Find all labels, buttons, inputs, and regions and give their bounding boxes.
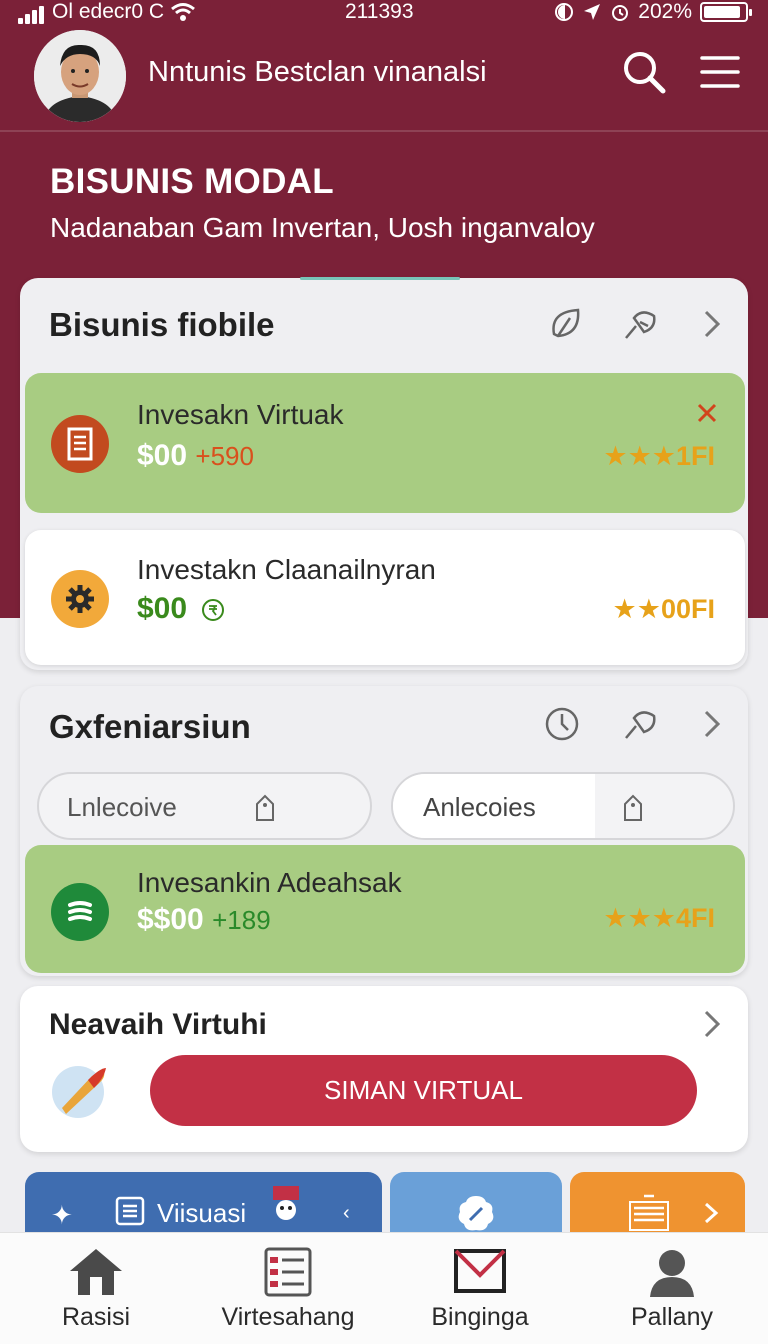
row-title: Invesakn Virtuak xyxy=(137,399,344,430)
battery-icon xyxy=(700,2,752,22)
avatar[interactable] xyxy=(34,30,126,122)
list-item[interactable]: Invesankin Adeahsak $$00 +189 ★★★4FI xyxy=(25,845,745,973)
chevron-right-icon[interactable] xyxy=(690,302,734,346)
rating: ★★00FI xyxy=(613,594,715,625)
archive-icon xyxy=(629,1194,669,1231)
amount-change: +590 xyxy=(195,441,254,471)
row-title: Invesankin Adeahsak xyxy=(137,867,402,898)
rupee-icon xyxy=(202,599,225,622)
nav-item-mail[interactable]: Binginga xyxy=(384,1233,576,1344)
row-title: Investakn Claanailnyran xyxy=(137,554,436,585)
nav-label: Virtesahang xyxy=(221,1303,355,1331)
header-divider xyxy=(0,130,768,132)
row-amount: $$00 +189 xyxy=(137,903,271,937)
row-amount: $00 +590 xyxy=(137,439,254,473)
status-bar: Ol edecr0 C 211393 202% xyxy=(0,0,768,26)
menu-icon[interactable] xyxy=(696,48,744,96)
nav-label: Pallany xyxy=(631,1303,713,1331)
rocket-icon xyxy=(52,1066,106,1118)
close-icon[interactable] xyxy=(695,401,719,425)
amount-value: $00 xyxy=(137,592,188,625)
pin-icon[interactable] xyxy=(618,702,662,746)
avatar-image xyxy=(34,30,126,122)
row-amount: $00 xyxy=(137,592,225,626)
amount-value: $00 xyxy=(137,439,188,472)
card-title: Bisunis fiobile xyxy=(49,306,275,343)
moon-icon xyxy=(555,3,574,21)
rating-value: 1FI xyxy=(675,441,715,471)
list-item[interactable]: Invesakn Virtuak $00 +590 ★★★1FI xyxy=(25,373,745,513)
gear-icon xyxy=(51,570,109,628)
chevron-right-icon[interactable] xyxy=(690,702,734,746)
stars-icon: ★★★ xyxy=(603,903,676,933)
chevron-right-icon[interactable] xyxy=(690,1002,734,1046)
amount-value: $$00 xyxy=(137,903,204,936)
signal-icon xyxy=(18,0,46,24)
hero-title: BISUNIS MODAL xyxy=(50,162,334,201)
clock-icon[interactable] xyxy=(540,702,584,746)
profile-icon xyxy=(650,1250,694,1297)
rating-value: 4FI xyxy=(675,903,715,933)
list-item[interactable]: Investakn Claanailnyran $00 ★★00FI xyxy=(25,530,745,665)
stack-icon xyxy=(51,883,109,941)
tab-label: Anlecoies xyxy=(423,792,536,822)
nav-item-checklist[interactable]: Virtesahang xyxy=(192,1233,384,1344)
mail-icon xyxy=(454,1249,506,1293)
tile-label: Viisuasi xyxy=(157,1198,247,1228)
carrier-label: Ol edecr0 C xyxy=(52,0,165,23)
checklist-icon xyxy=(264,1247,312,1297)
stars-icon: ★★ xyxy=(612,594,661,624)
tab-inactive[interactable]: Lnlecoive xyxy=(37,772,372,840)
stars-icon: ★★★ xyxy=(603,441,676,471)
leaf-icon[interactable] xyxy=(544,302,588,346)
app-title: Nntunis Bestclan vinanalsi xyxy=(148,56,487,88)
alarm-icon xyxy=(612,5,629,21)
tag-icon xyxy=(256,794,274,821)
card-accent xyxy=(300,277,460,280)
tab-label: Lnlecoive xyxy=(67,792,177,822)
search-icon[interactable] xyxy=(620,48,668,96)
pin-icon[interactable] xyxy=(618,302,662,346)
tag-icon xyxy=(624,794,642,821)
simulate-button[interactable]: SIMAN VIRTUAL xyxy=(150,1055,697,1126)
sparkle-icon: ✦ xyxy=(51,1200,73,1230)
hero-subtitle: Nadanaban Gam Invertan, Uosh inganvaloy xyxy=(50,212,595,243)
status-time: 211393 xyxy=(345,0,414,23)
nav-item-profile[interactable]: Pallany xyxy=(576,1233,768,1344)
bottom-nav: Rasisi Virtesahang Binginga Pallany xyxy=(0,1232,768,1344)
location-arrow-icon xyxy=(584,4,601,20)
card-title: Neavaih Virtuhi xyxy=(49,1008,267,1041)
chevron-left-icon[interactable]: ‹ xyxy=(343,1202,350,1225)
card-title: Gxfeniarsiun xyxy=(49,708,251,745)
home-icon xyxy=(70,1249,122,1295)
chevron-right-icon[interactable] xyxy=(698,1200,724,1226)
nav-item-home[interactable]: Rasisi xyxy=(0,1233,192,1344)
edit-icon xyxy=(458,1196,494,1231)
nav-label: Binginga xyxy=(431,1303,529,1331)
rating: ★★★4FI xyxy=(603,903,715,934)
nav-label: Rasisi xyxy=(61,1303,131,1331)
amount-change: +189 xyxy=(212,905,271,935)
battery-percent: 202% xyxy=(638,0,692,23)
tab-active[interactable]: Anlecoies xyxy=(391,772,735,840)
rating-value: 00FI xyxy=(660,594,715,624)
document-icon xyxy=(51,415,109,473)
mascot-icon xyxy=(273,1186,299,1220)
wifi-icon xyxy=(171,3,195,21)
list-icon xyxy=(115,1196,145,1226)
rating: ★★★1FI xyxy=(603,441,715,472)
